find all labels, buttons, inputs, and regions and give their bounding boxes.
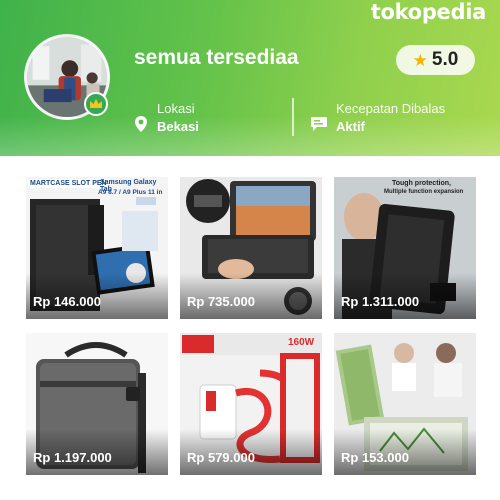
product-price: Rp 146.000 — [33, 294, 101, 309]
product-price: Rp 735.000 — [187, 294, 255, 309]
product-price: Rp 153.000 — [341, 450, 409, 465]
image-text: Tough protection, — [392, 180, 451, 187]
location-label: Lokasi — [157, 101, 195, 116]
product-price: Rp 1.197.000 — [33, 450, 112, 465]
image-text: 160W — [288, 337, 315, 348]
image-text: A9 8.7 / A9 Plus 11 in — [98, 189, 163, 196]
image-text: MARTCASE SLOT PEN — [28, 179, 109, 188]
star-icon: ★ — [412, 50, 428, 70]
response-value: Aktif — [336, 119, 365, 134]
response-label: Kecepatan Dibalas — [336, 101, 446, 116]
product-card[interactable]: Tough protection, Multiple function expa… — [334, 177, 476, 319]
rating-value: 5.0 — [431, 49, 459, 70]
chat-bubble-icon — [311, 117, 327, 131]
info-divider — [292, 98, 294, 136]
location-value: Bekasi — [157, 119, 199, 134]
map-pin-icon — [135, 116, 147, 132]
product-card[interactable]: Rp 735.000 — [180, 177, 322, 319]
shop-name: semua tersediaa — [134, 46, 299, 69]
product-card[interactable]: MARTCASE SLOT PEN Samsung Galaxy Tab A9 … — [26, 177, 168, 319]
brand-logo[interactable]: tokopedia — [371, 0, 487, 24]
product-card[interactable]: Rp 1.197.000 — [26, 333, 168, 475]
crown-icon — [84, 92, 108, 116]
product-price: Rp 579.000 — [187, 450, 255, 465]
shop-header: tokopedia semua tersediaa ★ 5.0 Lokasi B… — [0, 0, 500, 156]
product-price: Rp 1.311.000 — [341, 294, 420, 309]
product-card[interactable]: Rp 153.000 — [334, 333, 476, 475]
rating-badge: ★ 5.0 — [396, 45, 475, 75]
product-card[interactable]: 160W Rp 579.000 — [180, 333, 322, 475]
image-text: Multiple function expansion — [384, 189, 464, 195]
